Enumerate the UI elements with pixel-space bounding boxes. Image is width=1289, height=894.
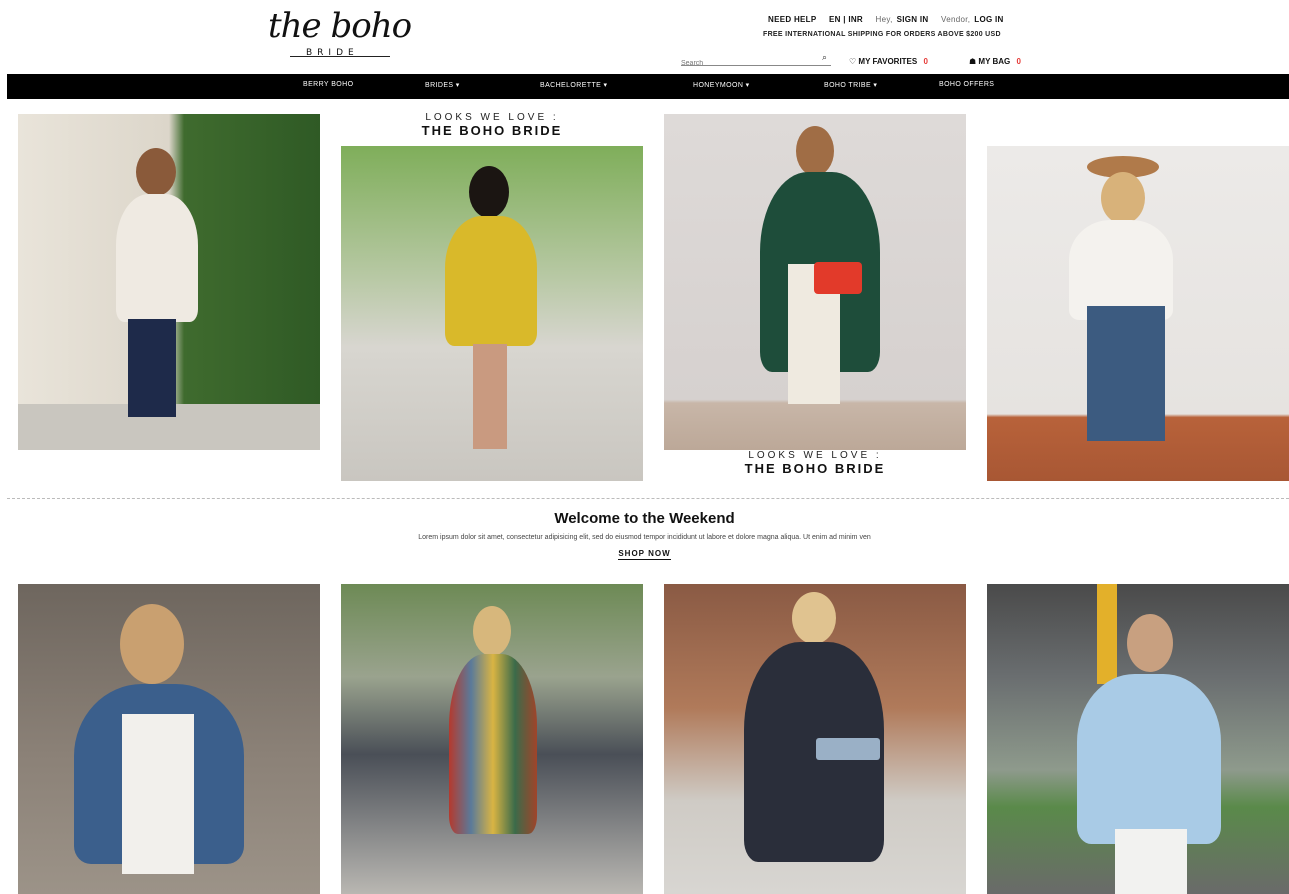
vendor-text: Vendor, — [941, 15, 971, 24]
yellow-dress — [445, 216, 537, 346]
welcome-text: Lorem ipsum dolor sit amet, consectetur … — [418, 534, 871, 541]
log-in-link[interactable]: LOG IN — [974, 15, 1003, 24]
search-input[interactable] — [681, 57, 809, 70]
model-head — [120, 604, 184, 684]
shop-now-link[interactable]: SHOP NOW — [618, 549, 671, 560]
white-tee — [1069, 220, 1173, 320]
lookbook-photo-trench-coat[interactable] — [18, 114, 320, 450]
model-head — [796, 126, 834, 176]
model-head — [1127, 614, 1173, 672]
favorites-link[interactable]: ♡ MY FAVORITES 0 — [849, 57, 928, 66]
white-pants — [1115, 829, 1187, 894]
legs — [473, 344, 507, 449]
nav-item-berry-boho[interactable]: BERRY BOHO — [303, 81, 353, 88]
lookbook-photo-yellow-dress[interactable] — [341, 146, 643, 481]
product-photo-blue-blazer[interactable] — [987, 584, 1289, 894]
nav-item-bachelorette[interactable]: BACHELORETTE ▾ — [540, 81, 607, 89]
model-head — [136, 148, 176, 196]
need-help-link[interactable]: NEED HELP — [768, 15, 817, 24]
greeting-text: Hey, — [875, 15, 893, 24]
jeans — [128, 319, 176, 417]
model-head — [473, 606, 511, 656]
lookbook-caption-bottom: LOOKS WE LOVE : THE BOHO BRIDE — [664, 450, 966, 476]
bag-label: MY BAG — [978, 57, 1011, 66]
welcome-section: Welcome to the Weekend Lorem ipsum dolor… — [0, 510, 1289, 561]
yellow-pole — [1097, 584, 1117, 684]
product-photo-floral-dress[interactable] — [664, 584, 966, 894]
search-box: ⌕ — [681, 52, 831, 70]
welcome-title: Welcome to the Weekend — [554, 510, 735, 527]
shipping-notice: FREE INTERNATIONAL SHIPPING FOR ORDERS A… — [763, 31, 1001, 38]
logo-subtitle: BRIDE — [306, 48, 359, 58]
lookbook-caption-top: LOOKS WE LOVE : THE BOHO BRIDE — [341, 112, 643, 138]
nav-item-honeymoon[interactable]: HONEYMOON ▾ — [693, 81, 750, 89]
caption-top-big: THE BOHO BRIDE — [421, 123, 563, 138]
lookbook-photo-white-tee[interactable] — [987, 146, 1289, 481]
favorites-count: 0 — [923, 57, 928, 66]
clutch-bag — [816, 738, 880, 760]
sign-in-link[interactable]: SIGN IN — [897, 15, 929, 24]
logo-script: the boho — [268, 6, 412, 46]
red-bag — [814, 262, 862, 294]
search-icon[interactable]: ⌕ — [822, 52, 827, 63]
logo[interactable]: the boho BRIDE — [268, 6, 412, 68]
section-divider — [7, 498, 1289, 499]
main-nav: BERRY BOHO BRIDES ▾ BACHELORETTE ▾ HONEY… — [7, 74, 1289, 99]
product-photo-patchwork-dress[interactable] — [341, 584, 643, 894]
caption-top-small: LOOKS WE LOVE : — [425, 112, 559, 123]
bag-count: 0 — [1016, 57, 1021, 66]
product-photo-denim-jacket[interactable] — [18, 584, 320, 894]
trench-coat — [116, 194, 198, 322]
model-head — [1101, 172, 1145, 224]
nav-item-brides[interactable]: BRIDES ▾ — [425, 81, 460, 89]
model-head — [469, 166, 509, 218]
white-top — [122, 714, 194, 874]
caption-bottom-small: LOOKS WE LOVE : — [748, 450, 882, 461]
site-header: the boho BRIDE NEED HELP EN | INR Hey, SI… — [0, 0, 1289, 74]
nav-item-boho-tribe[interactable]: BOHO TRIBE ▾ — [824, 81, 877, 89]
language-currency-selector[interactable]: EN | INR — [829, 15, 863, 24]
top-links: NEED HELP EN | INR Hey, SIGN IN Vendor, LO… — [768, 15, 1014, 24]
favorites-label: MY FAVORITES — [858, 57, 918, 66]
heart-icon: ♡ — [849, 57, 857, 66]
bag-link[interactable]: ☗ MY BAG 0 — [969, 57, 1021, 66]
patchwork-dress — [449, 654, 537, 834]
nav-item-boho-offers[interactable]: BOHO OFFERS — [939, 81, 994, 88]
model-head — [792, 592, 836, 644]
blue-blazer — [1077, 674, 1221, 844]
caption-bottom-big: THE BOHO BRIDE — [744, 461, 886, 476]
bag-icon: ☗ — [969, 57, 977, 66]
ripped-jeans — [1087, 306, 1165, 441]
lookbook-photo-green-coat[interactable] — [664, 114, 966, 450]
